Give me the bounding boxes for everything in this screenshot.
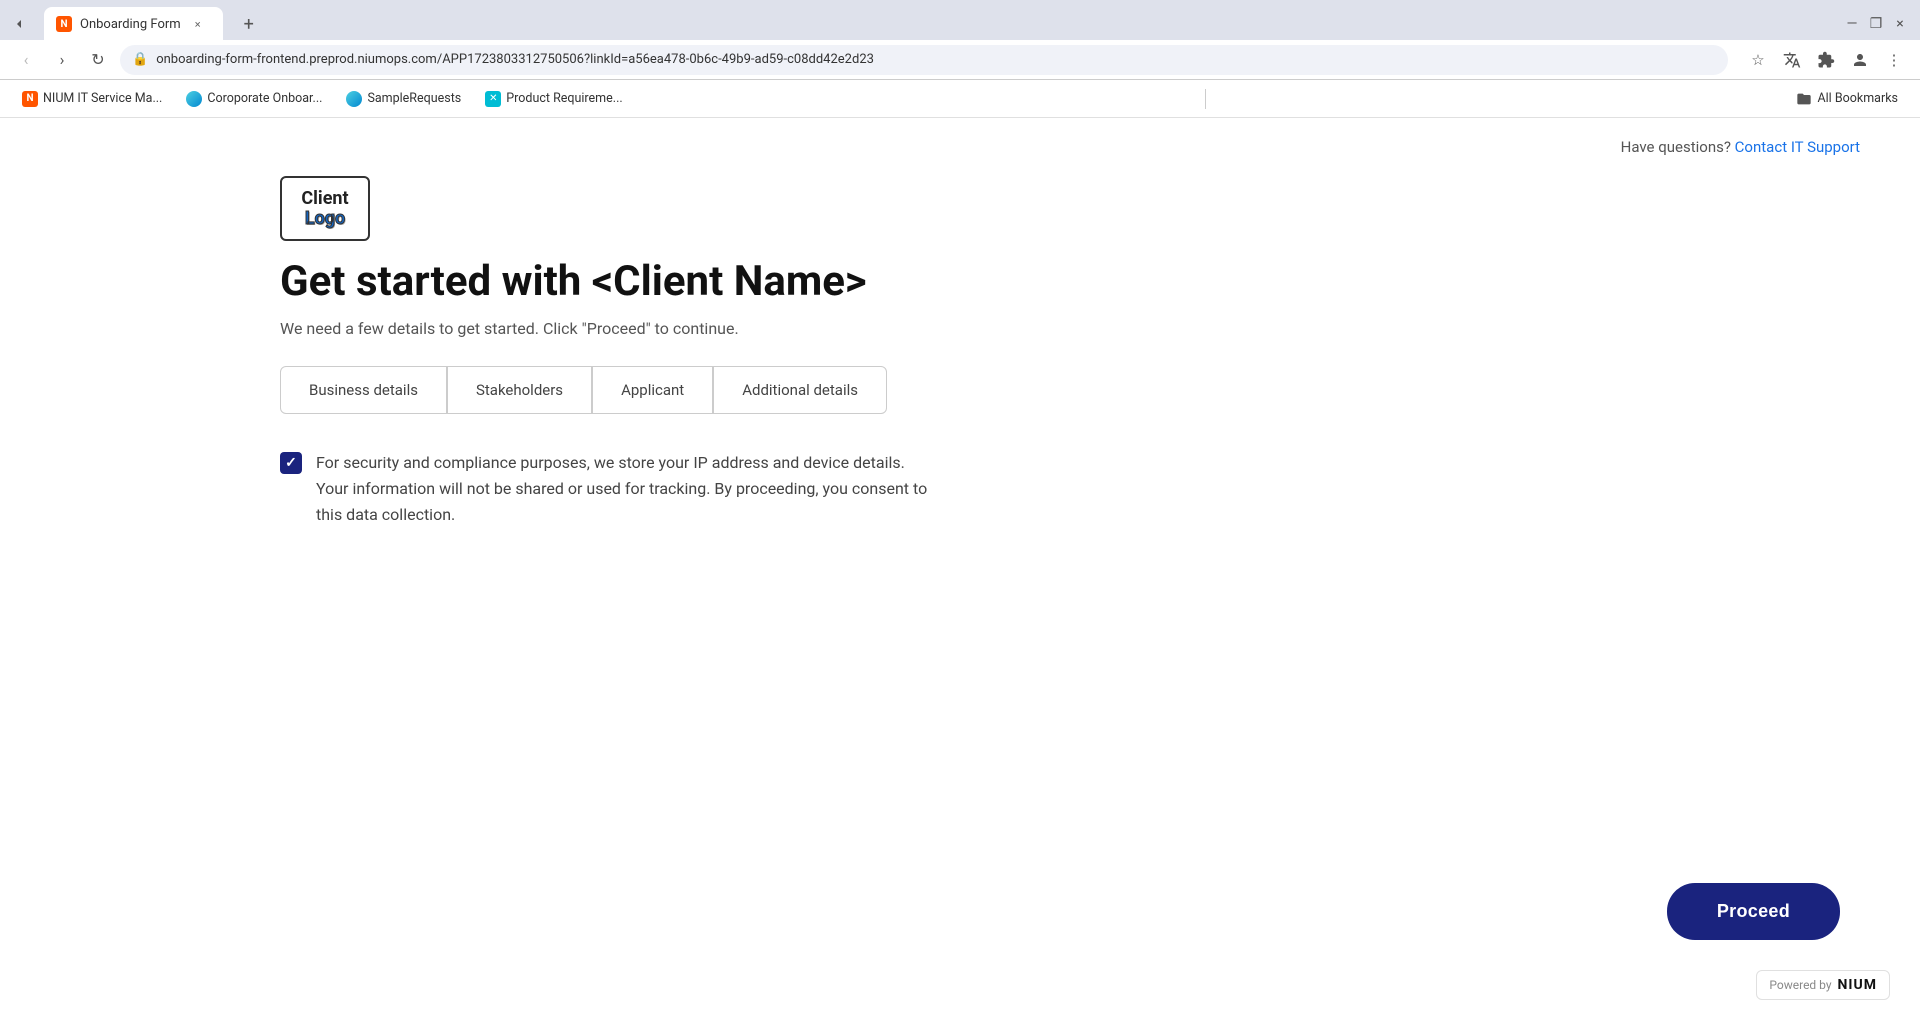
bookmark-corporate-label: Coroporate Onboar... bbox=[207, 91, 322, 106]
step-applicant: Applicant bbox=[592, 366, 713, 414]
questions-text: Have questions? bbox=[1621, 138, 1731, 156]
extensions-button[interactable] bbox=[1812, 46, 1840, 74]
bookmarks-separator bbox=[1205, 89, 1206, 109]
tab-favicon: N bbox=[56, 16, 72, 32]
powered-by: Powered by NIUM bbox=[1756, 970, 1890, 1000]
bookmark-product[interactable]: ✕ Product Requireme... bbox=[475, 87, 632, 111]
address-input[interactable]: 🔒 onboarding-form-frontend.preprod.niumo… bbox=[120, 45, 1728, 75]
bookmark-product-label: Product Requireme... bbox=[506, 91, 622, 106]
bookmark-corporate[interactable]: Coroporate Onboar... bbox=[176, 87, 332, 111]
proceed-area: Proceed bbox=[1667, 883, 1840, 940]
bookmark-sample-label: SampleRequests bbox=[367, 91, 461, 106]
bookmark-corporate-icon bbox=[186, 91, 202, 107]
client-logo: Client Logo bbox=[280, 176, 370, 241]
checkbox-check-icon: ✓ bbox=[285, 455, 297, 471]
bookmark-nium-label: NIUM IT Service Ma... bbox=[43, 91, 162, 106]
window-controls: — ❐ × bbox=[1844, 16, 1908, 32]
tab-title: Onboarding Form bbox=[80, 17, 181, 32]
bookmarks-bar: N NIUM IT Service Ma... Coroporate Onboa… bbox=[0, 80, 1920, 118]
minimize-button[interactable]: — bbox=[1844, 16, 1860, 32]
bookmark-product-icon: ✕ bbox=[485, 91, 501, 107]
bookmark-sample-icon bbox=[346, 91, 362, 107]
main-heading: Get started with <Client Name> bbox=[280, 257, 1920, 307]
step-additional-details: Additional details bbox=[713, 366, 887, 414]
star-button[interactable]: ☆ bbox=[1744, 46, 1772, 74]
folder-icon bbox=[1796, 91, 1812, 107]
consent-row: ✓ For security and compliance purposes, … bbox=[280, 450, 1140, 527]
address-bar-actions: ☆ ⋮ bbox=[1744, 46, 1908, 74]
title-bar: N Onboarding Form × + — ❐ × bbox=[0, 0, 1920, 40]
active-tab[interactable]: N Onboarding Form × bbox=[44, 7, 223, 41]
step-applicant-label: Applicant bbox=[621, 381, 684, 399]
powered-by-label: Powered by bbox=[1769, 978, 1831, 992]
menu-button[interactable]: ⋮ bbox=[1880, 46, 1908, 74]
proceed-button[interactable]: Proceed bbox=[1667, 883, 1840, 940]
consent-text: For security and compliance purposes, we… bbox=[316, 450, 927, 527]
subtitle: We need a few details to get started. Cl… bbox=[280, 319, 1920, 338]
address-bar: ‹ › ↻ 🔒 onboarding-form-frontend.preprod… bbox=[0, 40, 1920, 80]
main-content: Get started with <Client Name> We need a… bbox=[280, 257, 1920, 527]
close-window-button[interactable]: × bbox=[1892, 16, 1908, 32]
url-text: onboarding-form-frontend.preprod.niumops… bbox=[156, 52, 1716, 67]
logo-line2: Logo bbox=[305, 209, 345, 229]
translate-button[interactable] bbox=[1778, 46, 1806, 74]
profile-button[interactable] bbox=[1846, 46, 1874, 74]
consent-checkbox[interactable]: ✓ bbox=[280, 452, 302, 474]
step-business-details: Business details bbox=[280, 366, 447, 414]
browser-chrome: N Onboarding Form × + — ❐ × ‹ › ↻ 🔒 onbo… bbox=[0, 0, 1920, 118]
security-icon: 🔒 bbox=[132, 52, 148, 67]
back-button[interactable]: ‹ bbox=[12, 46, 40, 74]
bookmark-nium[interactable]: N NIUM IT Service Ma... bbox=[12, 87, 172, 111]
bookmark-nium-icon: N bbox=[22, 91, 38, 107]
maximize-button[interactable]: ❐ bbox=[1868, 16, 1884, 32]
step-business-details-label: Business details bbox=[309, 381, 418, 399]
questions-bar: Have questions? Contact IT Support bbox=[0, 118, 1920, 156]
forward-button[interactable]: › bbox=[48, 46, 76, 74]
bookmarks-folder[interactable]: All Bookmarks bbox=[1786, 87, 1908, 111]
logo-area: Client Logo bbox=[280, 176, 1920, 241]
steps-row: Business details Stakeholders Applicant … bbox=[280, 366, 1920, 414]
tab-history-button[interactable] bbox=[12, 16, 28, 32]
bookmark-sample[interactable]: SampleRequests bbox=[336, 87, 471, 111]
page-content: Have questions? Contact IT Support Clien… bbox=[0, 118, 1920, 1020]
nium-logo: NIUM bbox=[1838, 977, 1877, 993]
step-stakeholders-label: Stakeholders bbox=[476, 381, 563, 399]
tab-favicon-icon: N bbox=[56, 16, 72, 32]
logo-line1: Client bbox=[301, 189, 348, 209]
new-tab-button[interactable]: + bbox=[235, 10, 263, 38]
step-additional-details-label: Additional details bbox=[742, 381, 858, 399]
tab-close-button[interactable]: × bbox=[189, 15, 207, 33]
contact-it-support-link[interactable]: Contact IT Support bbox=[1735, 138, 1860, 156]
step-stakeholders: Stakeholders bbox=[447, 366, 592, 414]
refresh-button[interactable]: ↻ bbox=[84, 46, 112, 74]
bookmarks-folder-label: All Bookmarks bbox=[1817, 91, 1898, 106]
